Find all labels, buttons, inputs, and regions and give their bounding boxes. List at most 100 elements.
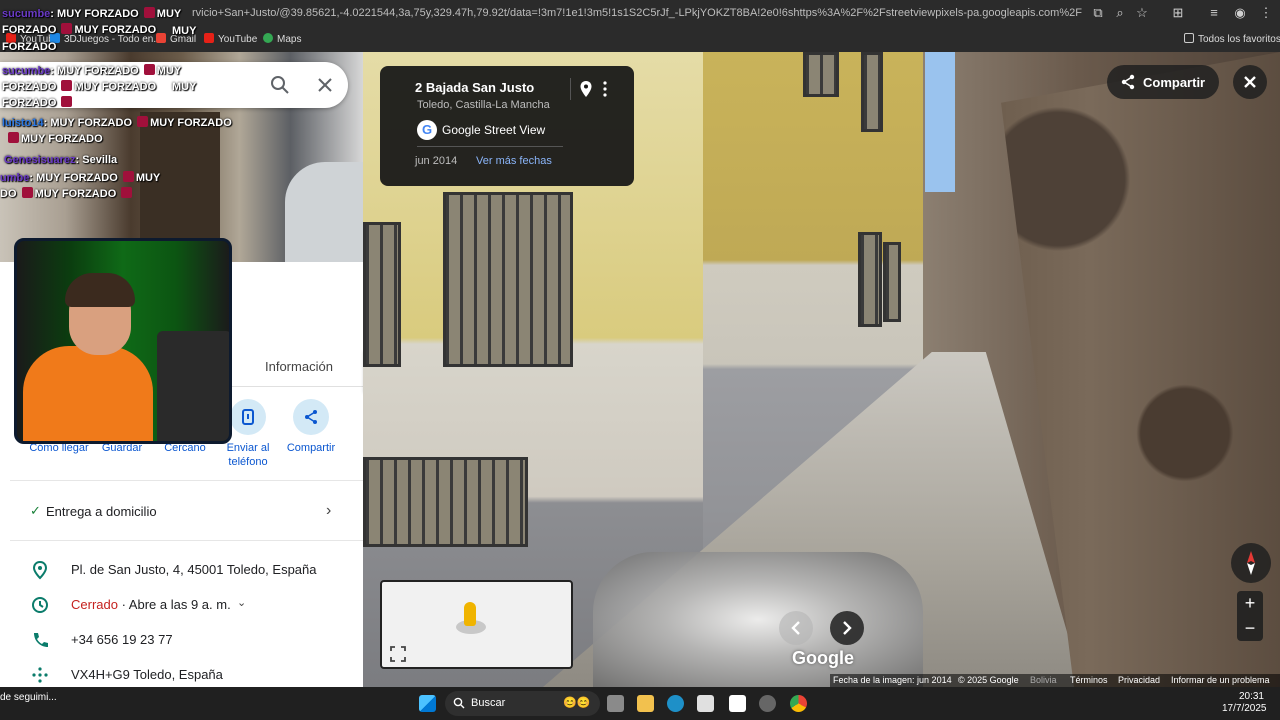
task-view-icon[interactable] (607, 695, 624, 712)
location-title: 2 Bajada San Justo (415, 80, 535, 95)
phone-icon (34, 633, 48, 647)
chat-message: FORZADO MUY FORZADO (2, 80, 157, 93)
terms-link[interactable]: Términos (1070, 675, 1108, 685)
obs-icon[interactable] (759, 695, 776, 712)
chat-message: FORZADO (2, 41, 57, 53)
close-icon (1244, 76, 1256, 88)
share-button[interactable]: Compartir (276, 397, 346, 455)
url-text[interactable]: rvicio+San+Justo/@39.85621,-4.0221544,3a… (192, 7, 1082, 19)
tab-divider (230, 386, 363, 387)
map-footer: Fecha de la imagen: jun 2014 © 2025 Goog… (830, 674, 1280, 687)
hours-text: Cerrado · Abre a las 9 a. m. (71, 597, 231, 612)
taskbar-widget-text[interactable]: de seguimi... (0, 692, 57, 703)
bookmark-maps[interactable]: Maps (263, 33, 301, 45)
check-icon: ✓ (30, 503, 41, 518)
close-icon[interactable] (315, 75, 335, 95)
send-to-phone-icon (230, 399, 266, 435)
search-icon (453, 697, 465, 709)
store-icon[interactable] (697, 695, 714, 712)
emoji-decoration-icon: 😊😊 (563, 697, 591, 709)
close-street-view-button[interactable] (1233, 65, 1267, 99)
country-label[interactable]: Bolivia (1030, 675, 1057, 685)
star-icon[interactable]: ☆ (1134, 5, 1150, 21)
queue-icon[interactable]: ≡ (1206, 5, 1222, 21)
emote-icon (61, 23, 73, 34)
emote-icon (143, 7, 155, 18)
expand-icon[interactable] (390, 646, 406, 662)
emote-icon (8, 132, 19, 143)
screen: rvicio+San+Justo/@39.85621,-4.0221544,3a… (0, 0, 1280, 720)
streamer-webcam (14, 238, 232, 444)
previous-photo-button[interactable] (779, 611, 813, 645)
menu-icon[interactable]: ⋮ (1258, 5, 1274, 21)
report-problem-link[interactable]: Informar de un problema (1171, 675, 1270, 685)
extensions-icon[interactable]: ⊞ (1170, 5, 1186, 21)
zoom-control: + − (1237, 591, 1263, 641)
install-icon[interactable]: ⧉ (1090, 5, 1106, 21)
hair-shape (65, 273, 135, 307)
maps-icon (263, 33, 273, 43)
capture-date-label: Fecha de la imagen: jun 2014 (833, 675, 952, 685)
chat-message: FORZADO (2, 96, 74, 110)
chat-message: MUY (172, 25, 197, 37)
street-view-source: G Google Street View (417, 120, 563, 144)
phone-text: +34 656 19 23 77 (71, 632, 173, 647)
more-options-icon[interactable] (601, 80, 609, 98)
chat-message: sucumbe: MUY FORZADO MUY (2, 64, 182, 77)
browser-address-bar: rvicio+San+Justo/@39.85621,-4.0221544,3a… (0, 0, 1280, 27)
file-explorer-icon[interactable] (637, 695, 654, 712)
clock-date: 17/7/2025 (1222, 703, 1267, 714)
window-grille (443, 192, 573, 367)
chat-message: umbe: MUY FORZADO MUY (0, 171, 161, 184)
address-text: Pl. de San Justo, 4, 45001 Toledo, Españ… (71, 562, 317, 577)
all-bookmarks[interactable]: Todos los favoritos (1184, 33, 1280, 45)
chevron-down-icon[interactable]: ⌄ (237, 596, 246, 609)
clock[interactable]: 20:31 17/7/2025 (1222, 691, 1267, 715)
emote-icon (137, 116, 149, 127)
minimap[interactable] (380, 580, 573, 669)
location-subtitle: Toledo, Castilla-La Mancha (417, 99, 550, 111)
bookmark-youtube-2[interactable]: YouTube (204, 33, 257, 45)
clock-icon (32, 597, 48, 613)
window-grille (363, 457, 528, 547)
window-grille (803, 52, 839, 97)
google-watermark: Google (792, 648, 854, 668)
windows-start-icon[interactable] (419, 695, 436, 712)
chrome-icon[interactable] (790, 695, 807, 712)
zoom-out-button[interactable]: − (1237, 616, 1263, 641)
pegman-icon[interactable] (464, 602, 476, 626)
profile-icon[interactable]: ◉ (1232, 5, 1248, 21)
edge-icon[interactable] (667, 695, 684, 712)
chat-message: MUY FORZADO (6, 132, 103, 146)
divider (10, 480, 363, 481)
divider (570, 78, 571, 100)
zoom-in-button[interactable]: + (1237, 591, 1263, 616)
taskbar-search[interactable]: Buscar 😊😊 (445, 691, 600, 716)
compass-icon (1247, 551, 1255, 575)
emote-icon (61, 80, 73, 91)
hours-status: Cerrado (71, 597, 118, 612)
chevron-right-icon (843, 621, 852, 635)
zoom-icon[interactable]: ⌕ (1112, 5, 1128, 21)
window-grille (363, 222, 401, 367)
youtube-icon (204, 33, 214, 43)
window-grille (861, 52, 883, 132)
tab-informacion[interactable]: Información (265, 359, 333, 374)
more-dates-link[interactable]: Ver más fechas (476, 155, 552, 167)
chat-message: sucumbe: MUY FORZADO MUY (2, 7, 182, 20)
window-grille (883, 242, 901, 322)
emote-icon (143, 64, 155, 75)
chevron-right-icon[interactable]: › (326, 502, 331, 520)
compass-button[interactable] (1231, 543, 1271, 583)
notepad-icon[interactable] (729, 695, 746, 712)
share-icon (1121, 74, 1135, 90)
divider (10, 540, 363, 541)
location-pin-icon[interactable] (579, 80, 593, 98)
share-street-view-button[interactable]: Compartir (1107, 65, 1219, 99)
chair-shape (157, 331, 229, 441)
next-photo-button[interactable] (830, 611, 864, 645)
search-icon[interactable] (270, 75, 290, 95)
privacy-link[interactable]: Privacidad (1118, 675, 1160, 685)
chat-message: luisto14: MUY FORZADO MUY FORZADO (2, 116, 232, 129)
chat-message: Genesisuarez: Sevilla (4, 154, 118, 166)
